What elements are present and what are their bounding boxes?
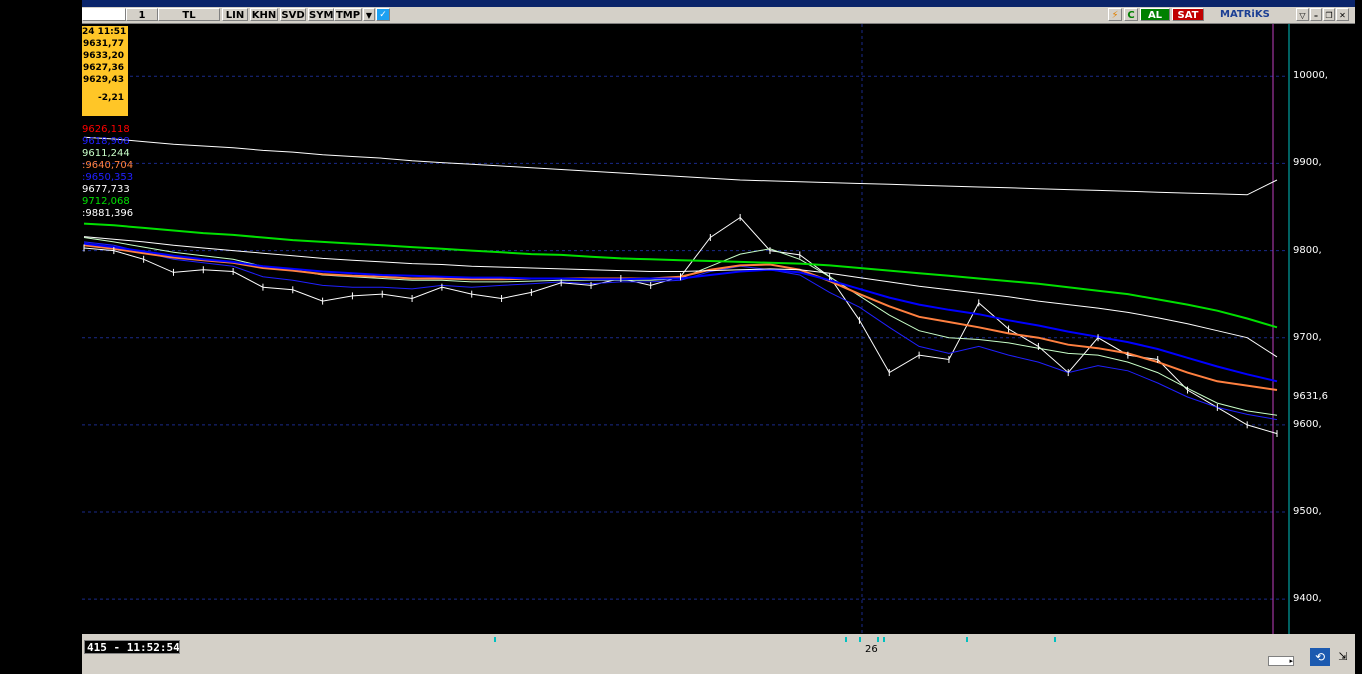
period-value: 1 — [138, 10, 146, 21]
time-marker — [883, 637, 885, 642]
restore-icon[interactable]: ❐ — [1323, 8, 1335, 21]
buy-label: AL — [1147, 10, 1163, 21]
sell-label: SAT — [1177, 10, 1199, 21]
toolbar: 1 TL LIN KHN SVD SYM TMP ▼ ✓ ⚡ C AL SAT … — [82, 7, 1355, 24]
y-tick-label: 9800, — [1293, 244, 1322, 256]
series-line — [83, 242, 1278, 383]
legend-value: :9881,396 — [82, 208, 134, 219]
price-chart[interactable] — [82, 24, 1355, 634]
chart-area[interactable]: 24 11:51 9631,77 9633,20 9627,36 9629,43… — [82, 24, 1355, 634]
last-price-label: 9631,6 — [1293, 391, 1328, 403]
ohlc-box: 24 11:51 9631,77 9633,20 9627,36 9629,43… — [82, 26, 128, 116]
logo-icon[interactable]: ⟲ — [1310, 648, 1330, 666]
khn-button[interactable]: KHN — [250, 8, 278, 21]
ohlc-high: 9633,20 — [83, 51, 124, 61]
legend-value: :9650,353 — [82, 172, 134, 183]
time-marker — [494, 637, 496, 642]
day-label: 26 — [865, 644, 878, 655]
brand-logo: MATRiKS — [1220, 9, 1270, 20]
series-line — [83, 216, 1278, 435]
y-tick-label: 9500, — [1293, 506, 1322, 517]
khn-label: KHN — [251, 10, 277, 21]
time-marker — [966, 637, 968, 642]
ohlc-low: 9627,36 — [83, 63, 124, 73]
refresh-icon[interactable]: C — [1124, 8, 1138, 21]
status-bar: 415 - 11:52:54 26 ▸ ⟲ ⇲ — [82, 634, 1355, 674]
y-tick-label: 9700, — [1293, 331, 1322, 343]
currency-button[interactable]: TL — [158, 8, 220, 21]
sym-button[interactable]: SYM — [308, 8, 334, 21]
ohlc-time: 24 11:51 — [82, 27, 127, 37]
y-tick-label: 9400, — [1293, 593, 1322, 605]
time-display: 415 - 11:52:54 — [84, 640, 180, 654]
resize-arrows-icon[interactable]: ⇲ — [1333, 648, 1353, 666]
legend-value: 9712,068 — [82, 196, 130, 207]
lin-label: LIN — [225, 10, 245, 21]
sym-label: SYM — [309, 10, 334, 21]
y-tick-label: 9900, — [1293, 157, 1322, 169]
time-marker — [1054, 637, 1056, 642]
tmp-button[interactable]: TMP — [334, 8, 362, 21]
dropdown-arrow-icon[interactable]: ▼ — [363, 8, 375, 21]
twitter-icon[interactable]: ✓ — [376, 8, 390, 21]
close-icon[interactable]: ✕ — [1336, 8, 1349, 21]
tmp-label: TMP — [335, 10, 361, 21]
series-line — [83, 237, 1278, 416]
time-marker — [859, 637, 861, 642]
period-field[interactable]: 1 — [126, 8, 158, 21]
scrollbar[interactable]: ▸ — [1268, 656, 1294, 666]
buy-button[interactable]: AL — [1140, 8, 1170, 21]
legend-value: 9611,244 — [82, 148, 130, 159]
lightning-icon[interactable]: ⚡ — [1108, 8, 1122, 21]
time-marker — [845, 637, 847, 642]
legend-value: 9618,908 — [82, 136, 130, 147]
y-tick-label: 10000, — [1293, 70, 1328, 82]
ohlc-close: 9629,43 — [83, 75, 124, 85]
ohlc-change: -2,21 — [98, 93, 124, 103]
symbol-input[interactable] — [82, 8, 126, 21]
ohlc-open: 9631,77 — [83, 39, 124, 49]
svd-button[interactable]: SVD — [280, 8, 306, 21]
title-bar — [82, 0, 1355, 7]
legend-value: 9626,118 — [82, 124, 130, 135]
y-tick-label: 9600, — [1293, 418, 1322, 430]
chart-window: 1 TL LIN KHN SVD SYM TMP ▼ ✓ ⚡ C AL SAT … — [82, 0, 1355, 674]
svd-label: SVD — [281, 10, 305, 21]
menu-icon[interactable]: ▽ — [1296, 8, 1309, 21]
legend-value: 9677,733 — [82, 184, 130, 195]
indicator-legend: 9626,118 9618,908 9611,244:9640,704:9650,3… — [82, 124, 157, 220]
time-markers — [494, 637, 1056, 642]
lin-button[interactable]: LIN — [222, 8, 248, 21]
legend-value: :9640,704 — [82, 160, 134, 171]
minimize-icon[interactable]: – — [1310, 8, 1322, 21]
series-line — [83, 136, 1278, 196]
time-marker — [877, 637, 879, 642]
currency-label: TL — [182, 10, 196, 21]
sell-button[interactable]: SAT — [1172, 8, 1204, 21]
